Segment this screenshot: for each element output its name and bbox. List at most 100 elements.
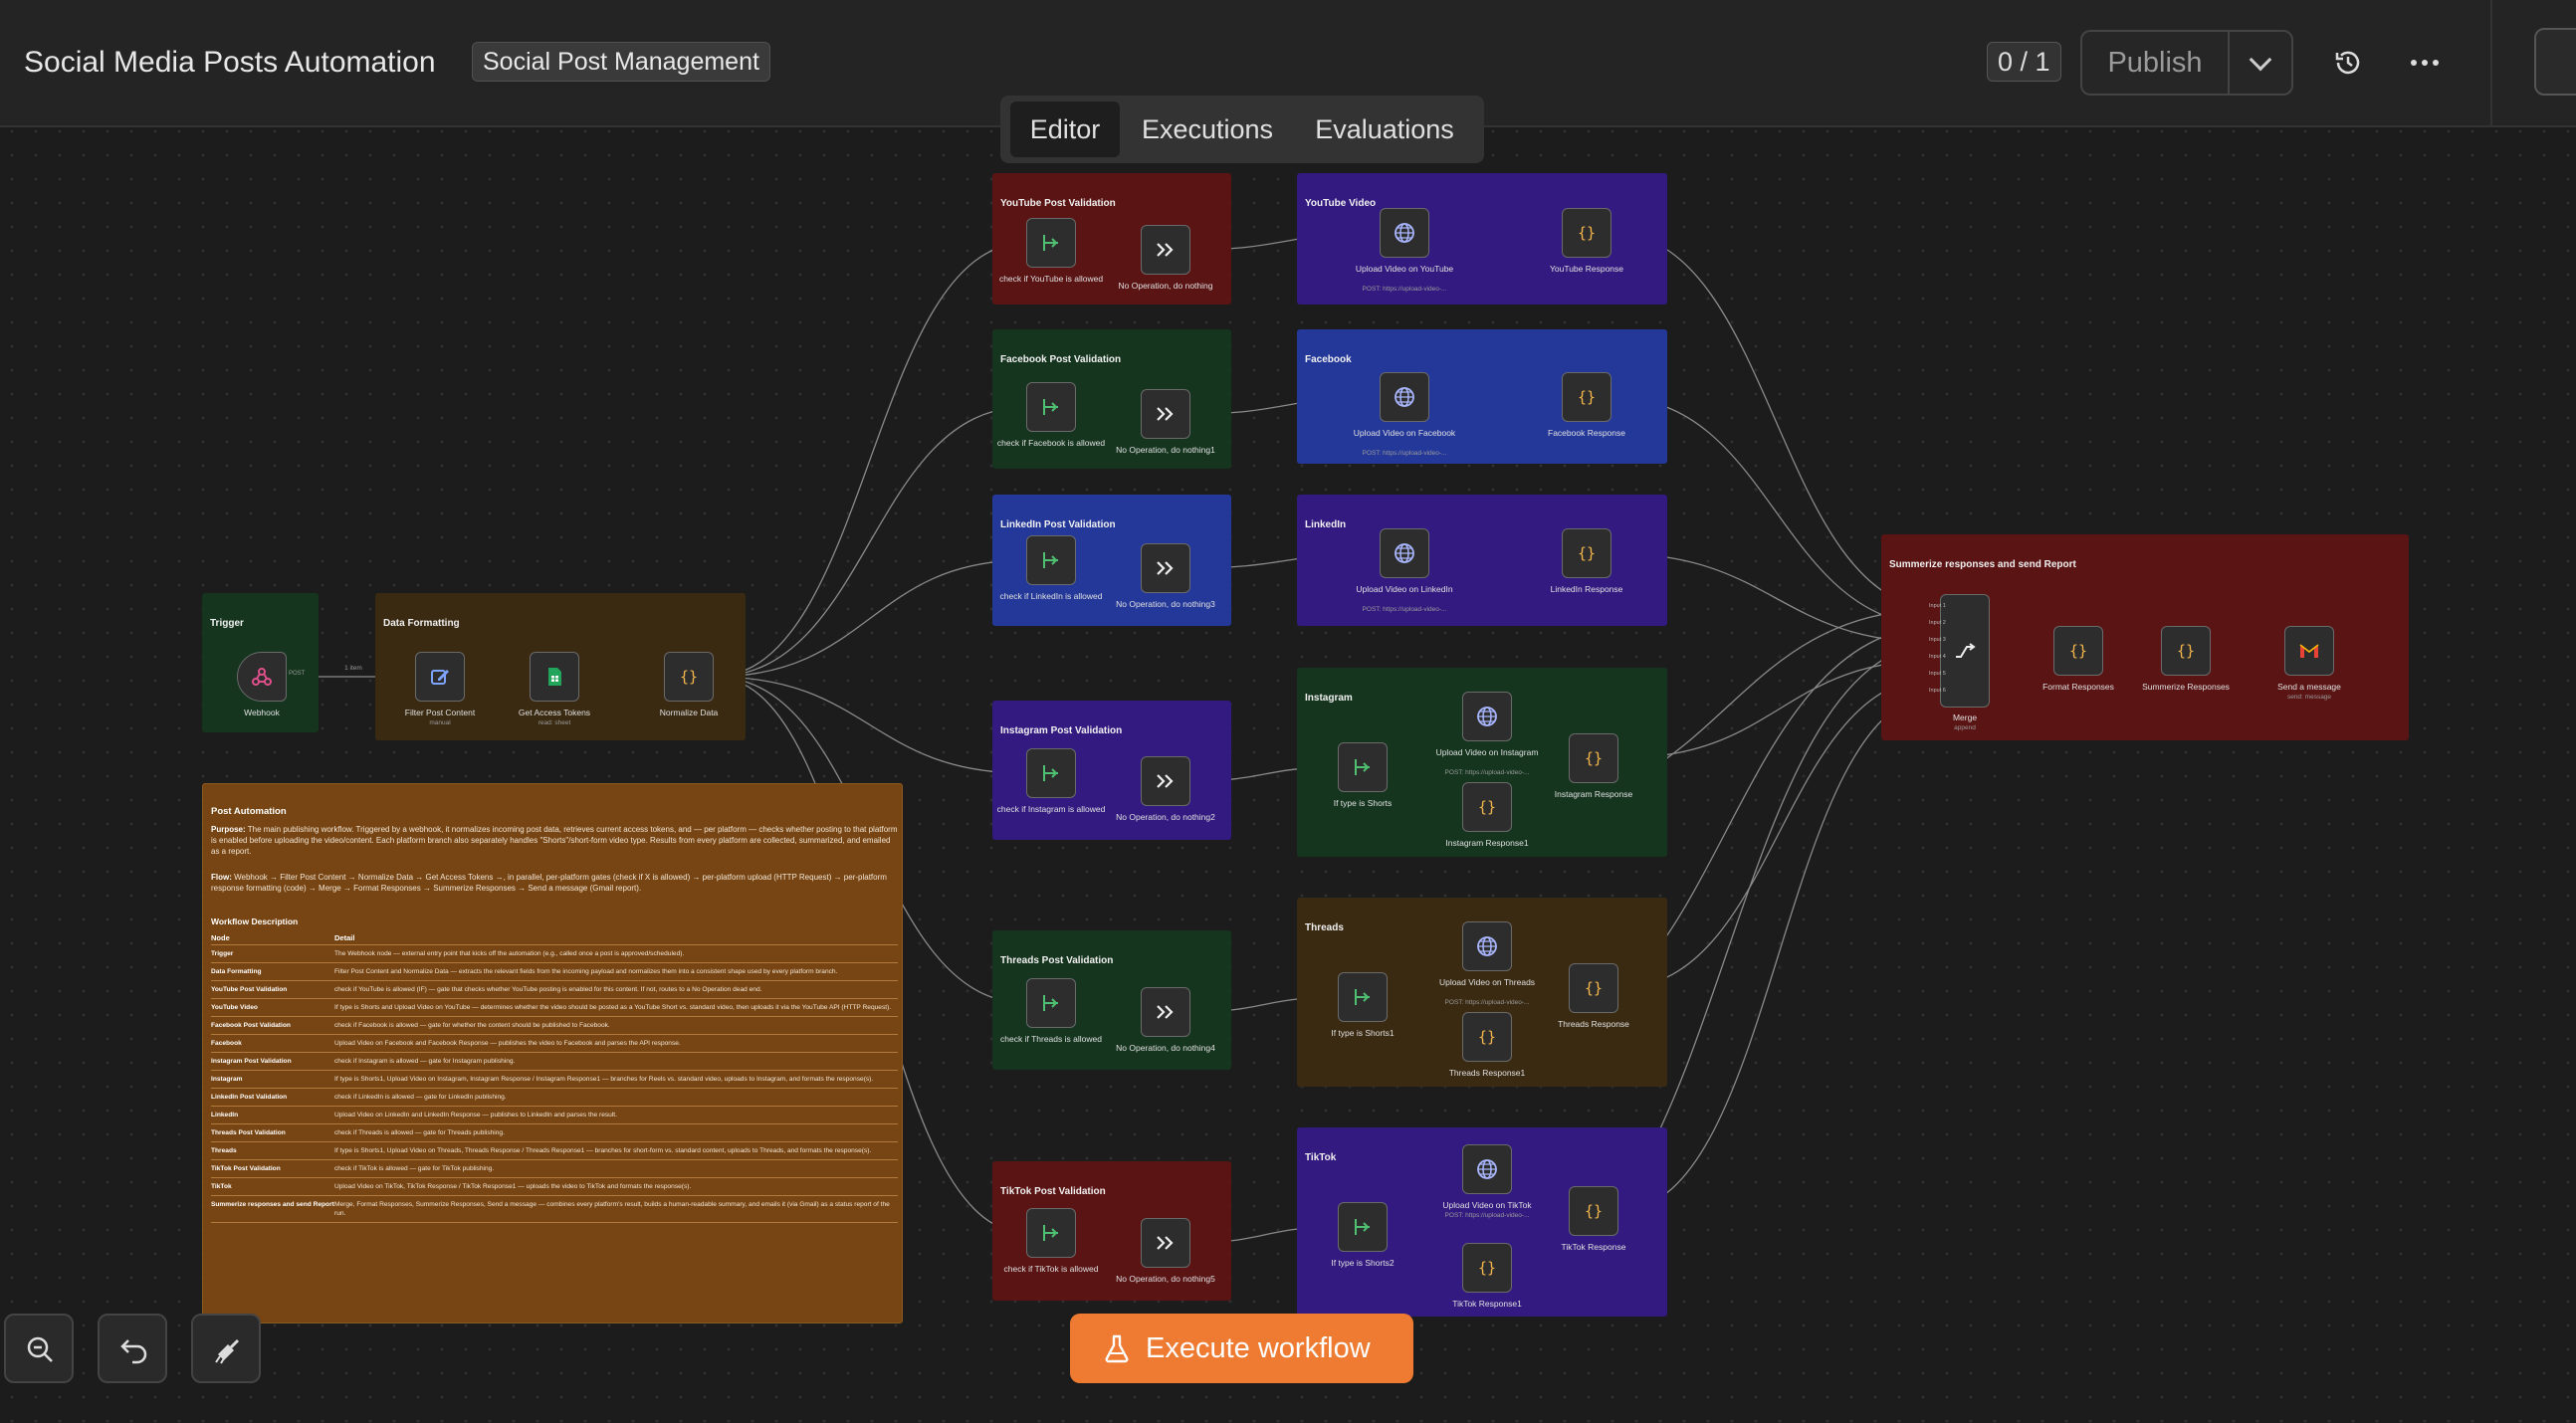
svg-text:{}: {} [1585, 979, 1603, 997]
undo-button[interactable] [98, 1314, 167, 1383]
node-label: No Operation, do nothing2 [1116, 812, 1215, 822]
node-summ[interactable]: {} [2161, 626, 2211, 676]
node-li-resp[interactable]: {} [1562, 528, 1611, 578]
node-ig-noop[interactable] [1141, 756, 1190, 806]
table-cell-node: YouTube Video [211, 998, 334, 1017]
node-li-check[interactable] [1026, 535, 1076, 585]
no-operation-icon [1157, 243, 1174, 257]
no-operation-icon [1157, 1236, 1174, 1250]
svg-text:{}: {} [1578, 544, 1596, 562]
node-format[interactable]: {} [2053, 626, 2103, 676]
table-cell-node: YouTube Post Validation [211, 980, 334, 999]
node-yt-noop[interactable] [1141, 225, 1190, 275]
note-title: Post Automation [211, 806, 287, 817]
node-label: No Operation, do nothing [1118, 281, 1213, 291]
publish-options-chevron-icon[interactable] [2228, 30, 2293, 96]
no-operation-icon [1157, 774, 1174, 788]
node-ig-resp1[interactable]: {} [1462, 782, 1512, 832]
node-subtitle: POST: https://upload-video-... [1362, 286, 1447, 293]
tab-executions[interactable]: Executions [1134, 102, 1281, 157]
svg-text:{}: {} [1585, 1202, 1603, 1220]
node-fb-resp[interactable]: {} [1562, 372, 1611, 422]
node-label: check if Instagram is allowed [996, 804, 1106, 814]
workflow-tag[interactable]: Social Post Management [472, 42, 770, 82]
node-th-upload[interactable] [1462, 921, 1512, 971]
zoom-out-button[interactable] [4, 1314, 74, 1383]
table-row: Summerize responses and send Report Merge… [211, 1195, 898, 1223]
node-label: check if TikTok is allowed [1003, 1264, 1099, 1274]
group-title: TikTok [1305, 1152, 1337, 1163]
note-flow: Flow: Webhook → Filter Post Content → No… [211, 872, 898, 894]
tidy-up-button[interactable] [191, 1314, 261, 1383]
table-cell-node: Threads Post Validation [211, 1123, 334, 1142]
table-row: LinkedIn Upload Video on LinkedIn and Lin… [211, 1106, 898, 1124]
node-th-if[interactable] [1338, 972, 1388, 1022]
node-label: Normalize Data [659, 708, 719, 717]
node-fb-upload[interactable] [1380, 372, 1429, 422]
node-th-noop[interactable] [1141, 987, 1190, 1037]
globe-icon [1477, 936, 1497, 956]
node-tt-resp[interactable]: {} [1569, 1186, 1618, 1236]
table-cell-node: LinkedIn Post Validation [211, 1088, 334, 1107]
table-cell-detail: check if YouTube is allowed (IF) — gate … [334, 980, 898, 999]
node-tt-if[interactable] [1338, 1202, 1388, 1252]
connection-line[interactable] [713, 676, 1027, 774]
group-title: TikTok Post Validation [1000, 1186, 1106, 1197]
execute-workflow-label: Execute workflow [1146, 1332, 1371, 1364]
node-webhook[interactable] [237, 652, 287, 702]
node-yt-resp[interactable]: {} [1562, 208, 1611, 258]
sticky-note-post-automation[interactable]: Post Automation Purpose: The main publis… [202, 783, 903, 1323]
table-cell-detail: Merge, Format Responses, Summerize Respo… [334, 1195, 898, 1223]
execute-workflow-button[interactable]: Execute workflow [1070, 1314, 1413, 1383]
connection-line[interactable] [713, 406, 1027, 678]
svg-text:{}: {} [1478, 798, 1496, 816]
tab-evaluations[interactable]: Evaluations [1295, 102, 1474, 157]
svg-text:{}: {} [2177, 642, 2195, 660]
node-ig-upload[interactable] [1462, 692, 1512, 741]
group-title: YouTube Post Validation [1000, 198, 1116, 209]
node-ig-check[interactable] [1026, 748, 1076, 798]
node-ig-if[interactable] [1338, 742, 1388, 792]
node-filter[interactable] [415, 652, 465, 702]
node-label: Webhook [244, 708, 280, 717]
merge-input-label: Input 1 [1929, 603, 1946, 609]
node-tokens[interactable] [530, 652, 579, 702]
node-li-upload[interactable] [1380, 528, 1429, 578]
publish-button[interactable]: Publish [2080, 30, 2228, 96]
group-facebook[interactable]: Facebook [1297, 329, 1667, 464]
node-th-resp1[interactable]: {} [1462, 1012, 1512, 1062]
group-title: Instagram Post Validation [1000, 725, 1123, 736]
node-tt-upload[interactable] [1462, 1144, 1512, 1194]
node-fb-noop[interactable] [1141, 389, 1190, 439]
connection-line[interactable] [713, 242, 1027, 678]
no-operation-icon [1157, 561, 1174, 575]
node-subtitle: append [1954, 724, 1976, 731]
node-normalize[interactable]: {} [664, 652, 714, 702]
node-label: Instagram Response [1554, 789, 1633, 799]
node-label: Upload Video on TikTok [1442, 1200, 1532, 1210]
gmail-icon [2299, 644, 2319, 658]
node-send[interactable] [2284, 626, 2334, 676]
node-fb-check[interactable] [1026, 382, 1076, 432]
node-th-resp[interactable]: {} [1569, 963, 1618, 1013]
more-options-icon[interactable] [2407, 50, 2443, 76]
node-subtitle: send: message [2286, 694, 2332, 701]
group-title: Instagram [1305, 693, 1353, 704]
workflow-title[interactable]: Social Media Posts Automation [24, 46, 436, 80]
node-li-noop[interactable] [1141, 543, 1190, 593]
node-ig-resp[interactable]: {} [1569, 733, 1618, 783]
node-th-check[interactable] [1026, 978, 1076, 1028]
node-label: Upload Video on Instagram [1435, 747, 1539, 757]
node-yt-upload[interactable] [1380, 208, 1429, 258]
node-yt-check[interactable] [1026, 218, 1076, 268]
node-tt-resp1[interactable]: {} [1462, 1243, 1512, 1293]
github-icon[interactable] [2534, 28, 2576, 96]
node-tt-check[interactable] [1026, 1208, 1076, 1258]
tab-editor[interactable]: Editor [1010, 102, 1120, 157]
history-icon[interactable] [2333, 48, 2363, 78]
connection-line[interactable] [713, 559, 1027, 678]
if-branch-icon [1043, 235, 1058, 251]
node-tt-noop[interactable] [1141, 1218, 1190, 1268]
node-label: Instagram Response1 [1445, 838, 1529, 848]
code-braces-icon: {} [1585, 1202, 1603, 1220]
